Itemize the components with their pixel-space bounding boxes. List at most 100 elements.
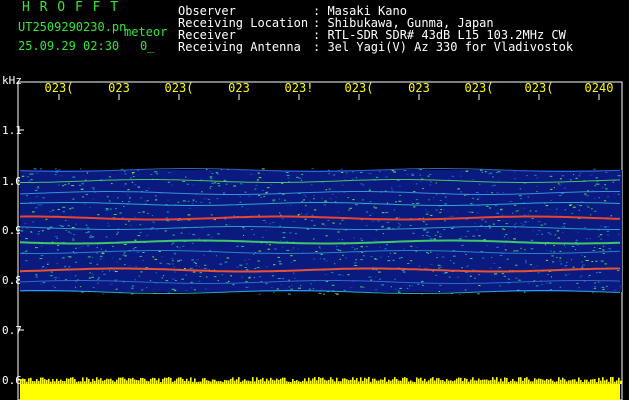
- bottom-signal-spike: [170, 377, 172, 384]
- speckle-dot: [185, 289, 188, 291]
- speckle-dot: [290, 262, 293, 263]
- speckle-dot: [576, 244, 579, 246]
- speckle-dot: [585, 238, 589, 240]
- speckle-dot: [266, 187, 270, 189]
- speckle-dot: [616, 270, 620, 272]
- speckle-dot: [318, 246, 321, 248]
- bottom-signal-spike: [366, 378, 368, 384]
- bottom-signal-spike: [218, 381, 220, 384]
- speckle-dot: [497, 180, 500, 182]
- speckle-dot: [469, 275, 472, 277]
- speckle-dot: [513, 250, 516, 252]
- speckle-dot: [517, 288, 519, 290]
- bottom-signal-spike: [168, 377, 170, 384]
- speckle-dot: [261, 236, 265, 238]
- speckle-dot: [444, 196, 447, 198]
- speckle-dot: [142, 252, 145, 253]
- speckle-dot: [153, 222, 155, 224]
- speckle-dot: [379, 246, 382, 248]
- speckle-dot: [439, 200, 442, 201]
- speckle-dot: [79, 184, 81, 186]
- speckle-dot: [75, 286, 77, 288]
- speckle-dot: [477, 293, 480, 295]
- bottom-signal-spike: [440, 380, 442, 384]
- speckle-dot: [374, 207, 378, 209]
- speckle-dot: [290, 255, 293, 257]
- speckle-dot: [80, 168, 82, 170]
- speckle-dot: [406, 287, 409, 289]
- speckle-dot: [253, 234, 255, 236]
- speckle-dot: [355, 259, 357, 261]
- speckle-dot: [425, 223, 428, 225]
- bottom-signal-spike: [450, 380, 452, 384]
- speckle-dot: [399, 195, 401, 196]
- spectrogram-plot: 023(023 023(023 023! 023(023 023(023(0240 1.…: [2, 74, 623, 400]
- bottom-signal-spike: [506, 377, 508, 384]
- speckle-dot: [350, 287, 353, 289]
- speckle-dot: [134, 216, 137, 218]
- speckle-dot: [81, 188, 84, 190]
- bottom-signal-spike: [612, 377, 614, 384]
- speckle-dot: [501, 214, 504, 216]
- bottom-signal-spike: [186, 378, 188, 384]
- speckle-dot: [428, 199, 430, 201]
- speckle-dot: [592, 250, 595, 251]
- speckle-dot: [142, 211, 145, 213]
- speckle-dot: [25, 238, 28, 240]
- speckle-dot: [423, 228, 427, 230]
- speckle-dot: [429, 238, 433, 240]
- speckle-dot: [341, 184, 345, 186]
- bottom-signal-spike: [22, 378, 24, 384]
- bottom-signal-spike: [510, 380, 512, 384]
- speckle-dot: [313, 198, 315, 200]
- bottom-signal-spike: [468, 381, 470, 384]
- bottom-signal-spike: [212, 379, 214, 384]
- speckle-dot: [125, 223, 127, 225]
- speckle-dot: [298, 177, 301, 179]
- bottom-signal-spike: [522, 380, 524, 384]
- speckle-dot: [537, 230, 541, 232]
- bottom-signal-spike: [466, 378, 468, 384]
- bottom-signal-spike: [458, 377, 460, 384]
- speckle-dot: [303, 194, 306, 196]
- speckle-dot: [559, 250, 562, 252]
- speckle-dot: [198, 266, 200, 267]
- speckle-dot: [593, 168, 596, 170]
- speckle-dot: [425, 213, 429, 215]
- bottom-signal-spike: [356, 378, 358, 384]
- speckle-dot: [101, 180, 103, 182]
- speckle-dot: [429, 263, 433, 265]
- bottom-signal-spike: [316, 380, 318, 384]
- speckle-dot: [68, 231, 70, 233]
- speckle-dot: [564, 274, 568, 276]
- x-tick-label: 023(: [345, 81, 374, 95]
- speckle-dot: [239, 183, 243, 185]
- speckle-dot: [497, 268, 500, 270]
- speckle-dot: [122, 255, 124, 256]
- speckle-dot: [426, 211, 430, 213]
- speckle-dot: [535, 285, 539, 287]
- speckle-dot: [273, 221, 275, 223]
- speckle-dot: [239, 201, 242, 203]
- speckle-dot: [417, 283, 420, 285]
- speckle-dot: [56, 262, 58, 264]
- bottom-signal-spike: [54, 381, 56, 384]
- bottom-signal-spike: [536, 379, 538, 384]
- speckle-dot: [369, 201, 372, 203]
- speckle-dot: [529, 264, 533, 266]
- speckle-dot: [46, 262, 50, 264]
- speckle-dot: [192, 184, 195, 186]
- speckle-dot: [491, 257, 493, 258]
- speckle-dot: [107, 225, 111, 227]
- bottom-signal-spike: [490, 380, 492, 384]
- speckle-dot: [190, 287, 193, 289]
- speckle-dot: [443, 229, 446, 231]
- speckle-dot: [209, 202, 211, 204]
- speckle-dot: [584, 193, 587, 195]
- bottom-signal-spike: [76, 381, 78, 384]
- speckle-dot: [186, 200, 188, 202]
- speckle-dot: [45, 267, 47, 269]
- speckle-dot: [301, 173, 304, 175]
- speckle-dot: [451, 215, 454, 217]
- speckle-dot: [56, 249, 59, 251]
